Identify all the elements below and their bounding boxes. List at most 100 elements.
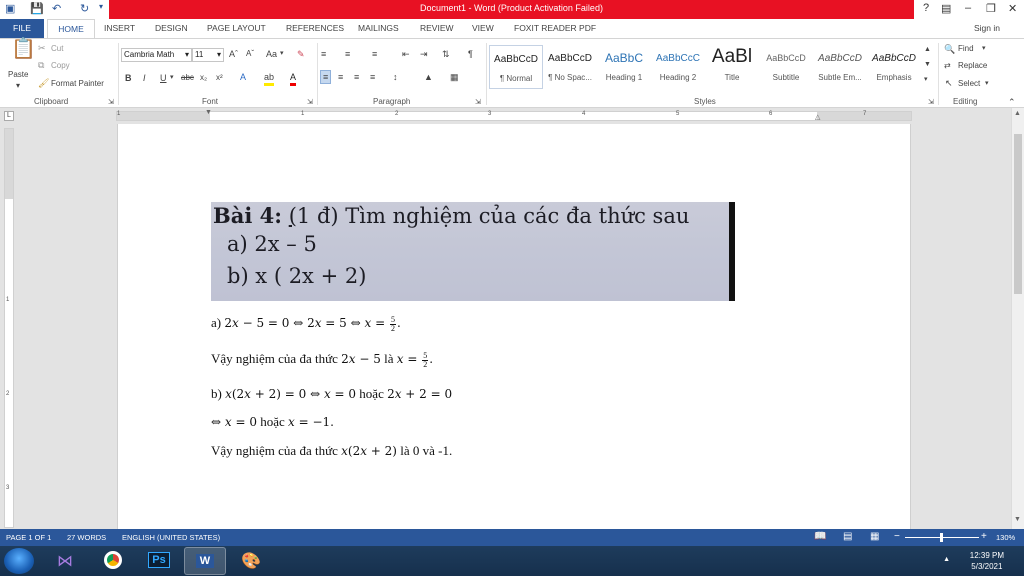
- copy-icon[interactable]: ⧉: [38, 59, 44, 71]
- redo-icon[interactable]: ↻: [80, 2, 89, 17]
- scroll-down-icon[interactable]: ▼: [1014, 516, 1021, 523]
- font-size-combo[interactable]: 11 ▾: [192, 48, 224, 62]
- system-clock[interactable]: 12:39 PM 5/3/2021: [970, 550, 1004, 572]
- sign-in-link[interactable]: Sign in: [974, 23, 1000, 33]
- change-case-button[interactable]: Aa: [266, 48, 277, 60]
- horizontal-ruler[interactable]: 1 1 2 3 4 5 6 7 ▼ △: [116, 109, 912, 121]
- replace-icon[interactable]: ⇄: [944, 60, 951, 72]
- chevron-down-icon[interactable]: ▾: [982, 44, 986, 52]
- italic-button[interactable]: I: [143, 72, 146, 84]
- paragraph-b-conclusion[interactable]: Vậy nghiệm của đa thức 𝑥(2𝑥 + 2) là 0 và…: [211, 443, 452, 459]
- chevron-down-icon[interactable]: ▾: [280, 48, 284, 60]
- paste-icon[interactable]: 📋: [11, 39, 36, 59]
- tab-review[interactable]: REVIEW: [420, 23, 454, 33]
- font-color-icon[interactable]: A: [290, 71, 297, 86]
- tab-foxit-reader-pdf[interactable]: FOXIT READER PDF: [514, 23, 596, 33]
- taskbar-word[interactable]: W: [184, 547, 226, 575]
- subscript-button[interactable]: x₂: [200, 72, 207, 84]
- select-icon[interactable]: ↖: [945, 77, 953, 89]
- taskbar-visual-studio[interactable]: ⋈: [44, 547, 86, 575]
- tab-insert[interactable]: INSERT: [104, 23, 135, 33]
- collapse-ribbon-icon[interactable]: ⌃: [1008, 96, 1016, 108]
- customize-qat-icon[interactable]: ▾: [99, 2, 103, 17]
- shading-icon[interactable]: ▲: [424, 71, 433, 83]
- taskbar-chrome[interactable]: [92, 547, 134, 575]
- style-heading-1[interactable]: AaBbC Heading 1: [597, 45, 651, 89]
- tab-file[interactable]: FILE: [0, 19, 44, 38]
- sort-icon[interactable]: ⇅: [442, 48, 450, 60]
- tab-view[interactable]: VIEW: [472, 23, 494, 33]
- superscript-button[interactable]: x²: [216, 72, 223, 84]
- multilevel-list-icon[interactable]: ≡: [372, 48, 377, 60]
- justify-icon[interactable]: ≡: [370, 71, 375, 83]
- page-count[interactable]: PAGE 1 OF 1: [6, 533, 51, 542]
- style-subtitle[interactable]: AaBbCcD Subtitle: [759, 45, 813, 89]
- find-button[interactable]: Find: [958, 44, 974, 53]
- scroll-up-icon[interactable]: ▲: [1014, 110, 1021, 117]
- save-icon[interactable]: 💾: [30, 2, 44, 17]
- show-formatting-button[interactable]: ¶: [468, 48, 473, 60]
- style-subtle-emphasis[interactable]: AaBbCcD Subtle Em...: [813, 45, 867, 89]
- grow-font-icon[interactable]: Aˆ: [229, 48, 238, 60]
- increase-indent-icon[interactable]: ⇥: [420, 48, 428, 60]
- cut-icon[interactable]: ✂: [38, 42, 46, 54]
- paragraph-a[interactable]: a) 2𝑥 − 5 = 0 ⇔ 2𝑥 = 5 ⇔ 𝑥 = 52.: [211, 315, 401, 333]
- align-left-icon[interactable]: ≡: [320, 70, 332, 84]
- shrink-font-icon[interactable]: Aˇ: [246, 48, 254, 60]
- styles-more-icon[interactable]: ▾: [924, 74, 928, 86]
- bold-button[interactable]: B: [125, 72, 132, 84]
- tab-home[interactable]: HOME: [47, 19, 95, 38]
- paragraph-b[interactable]: b) 𝑥(2𝑥 + 2) = 0 ⇔ 𝑥 = 0 hoặc 2𝑥 + 2 = 0: [211, 386, 452, 402]
- decrease-indent-icon[interactable]: ⇤: [402, 48, 410, 60]
- cut-button[interactable]: Cut: [51, 44, 63, 53]
- restore-button[interactable]: ❐: [986, 2, 996, 15]
- start-button[interactable]: [4, 548, 34, 574]
- text-effects-icon[interactable]: A: [240, 71, 246, 83]
- pasted-exercise-image[interactable]: Bài 4: (1 đ) Tìm nghiệm của các đa thức …: [211, 202, 735, 301]
- print-layout-icon[interactable]: ▤: [843, 531, 852, 542]
- close-button[interactable]: ✕: [1008, 2, 1017, 15]
- zoom-out-button[interactable]: −: [894, 531, 900, 542]
- copy-button[interactable]: Copy: [51, 61, 70, 70]
- paste-button[interactable]: Paste: [8, 70, 28, 79]
- style-emphasis[interactable]: AaBbCcD Emphasis: [867, 45, 921, 89]
- taskbar-photoshop[interactable]: Ps: [138, 547, 180, 575]
- highlight-color-icon[interactable]: ab: [264, 71, 275, 86]
- tab-mailings[interactable]: MAILINGS: [358, 23, 399, 33]
- find-icon[interactable]: 🔍: [944, 43, 955, 55]
- styles-scroll-up-icon[interactable]: ▲: [924, 44, 931, 56]
- taskbar-paint[interactable]: 🎨: [230, 547, 272, 575]
- undo-icon[interactable]: ↶: [52, 2, 61, 17]
- document-page[interactable]: Bài 4: (1 đ) Tìm nghiệm của các đa thức …: [117, 124, 911, 529]
- read-mode-icon[interactable]: 📖: [814, 531, 826, 542]
- bullets-icon[interactable]: ≡: [321, 48, 326, 60]
- line-spacing-icon[interactable]: ↕: [393, 71, 398, 83]
- vertical-scrollbar[interactable]: ▲ ▼: [1011, 108, 1024, 529]
- tab-selector[interactable]: L: [4, 111, 14, 121]
- ribbon-display-options-icon[interactable]: ▤: [941, 2, 951, 15]
- replace-button[interactable]: Replace: [958, 61, 987, 70]
- tab-design[interactable]: DESIGN: [155, 23, 188, 33]
- minimize-button[interactable]: –: [965, 2, 971, 14]
- scrollbar-thumb[interactable]: [1014, 134, 1022, 294]
- vertical-ruler[interactable]: 1 2 3: [4, 128, 14, 528]
- paragraph-a-conclusion[interactable]: Vậy nghiệm của đa thức 2𝑥 − 5 là 𝑥 = 52.: [211, 351, 433, 369]
- zoom-slider-thumb[interactable]: [940, 533, 943, 542]
- align-center-icon[interactable]: ≡: [338, 71, 343, 83]
- first-line-indent-marker[interactable]: ▼: [205, 109, 212, 116]
- clear-formatting-icon[interactable]: ✎: [297, 48, 305, 60]
- style-heading-2[interactable]: AaBbCcC Heading 2: [651, 45, 705, 89]
- tab-references[interactable]: REFERENCES: [286, 23, 344, 33]
- help-button[interactable]: ?: [923, 2, 929, 14]
- borders-icon[interactable]: ▦: [450, 71, 459, 83]
- show-hidden-icons-icon[interactable]: ▲: [943, 556, 950, 563]
- format-painter-icon[interactable]: 🖌: [38, 77, 49, 89]
- strikethrough-button[interactable]: abc: [181, 72, 194, 84]
- right-indent-marker[interactable]: △: [815, 113, 820, 121]
- zoom-in-button[interactable]: +: [981, 531, 987, 542]
- select-button[interactable]: Select: [958, 79, 980, 88]
- tab-page-layout[interactable]: PAGE LAYOUT: [207, 23, 266, 33]
- paragraph-b-step[interactable]: ⇔ 𝑥 = 0 hoặc 𝑥 = −1.: [211, 414, 334, 430]
- font-name-combo[interactable]: Cambria Math ▾: [121, 48, 192, 62]
- styles-scroll-down-icon[interactable]: ▼: [924, 59, 931, 71]
